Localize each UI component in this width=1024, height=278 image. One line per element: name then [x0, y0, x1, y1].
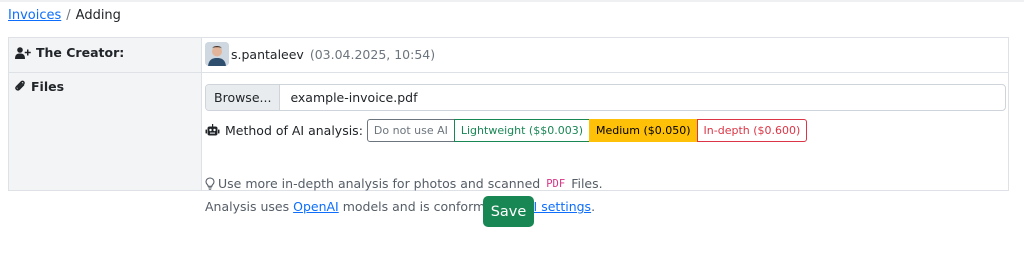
breadcrumb: Invoices / Adding — [8, 7, 121, 24]
ai-option-lightweight[interactable]: Lightweight ($$0.003) — [453, 119, 590, 142]
file-input[interactable]: Browse... example-invoice.pdf — [205, 84, 1006, 111]
ai-note: Analysis uses OpenAI models and is confo… — [205, 199, 595, 214]
files-label-text: Files — [31, 79, 65, 94]
save-button[interactable]: Save — [483, 196, 534, 227]
files-row: Files Browse... example-invoice.pdf Meth… — [9, 73, 1008, 214]
files-label: Files — [15, 79, 64, 94]
breadcrumb-separator: / — [66, 8, 71, 23]
robot-icon — [205, 124, 220, 137]
hint-text-end: Files. — [571, 176, 603, 191]
creator-row: The Creator: s.pantaleev (03.04.2025, 10… — [9, 38, 1008, 73]
ai-option-medium[interactable]: Medium ($0.050) — [588, 119, 698, 142]
ai-settings-link[interactable]: AI settings — [525, 199, 591, 214]
files-label-cell: Files — [9, 73, 202, 190]
avatar — [205, 42, 229, 66]
files-value-cell: Browse... example-invoice.pdf Method of … — [203, 73, 1008, 214]
selected-file-name: example-invoice.pdf — [290, 90, 418, 105]
lightbulb-icon — [205, 177, 215, 190]
paperclip-icon — [15, 80, 26, 93]
browse-button[interactable]: Browse... — [206, 85, 281, 110]
ai-hint: Use more in-depth analysis for photos an… — [205, 176, 603, 191]
creator-label-text: The Creator: — [36, 45, 125, 60]
ai-analysis-options: Do not use AI Lightweight ($$0.003) Medium… — [366, 119, 808, 142]
ai-analysis-method: Method of AI analysis: Do not use AI Ligh… — [205, 119, 808, 142]
hint-text: Use more in-depth analysis for photos an… — [218, 176, 541, 191]
ai-option-none[interactable]: Do not use AI — [366, 119, 455, 142]
creator-timestamp: (03.04.2025, 10:54) — [309, 46, 436, 62]
creator-label-cell: The Creator: — [9, 38, 202, 72]
creator-value-cell: s.pantaleev (03.04.2025, 10:54) — [203, 38, 1008, 72]
invoice-form-panel: The Creator: s.pantaleev (03.04.2025, 10… — [8, 37, 1009, 214]
ai-option-in-depth[interactable]: In-depth ($0.600) — [696, 119, 808, 142]
breadcrumb-invoices-link[interactable]: Invoices — [8, 8, 61, 23]
creator-username: s.pantaleev — [231, 46, 304, 62]
ai-analysis-label: Method of AI analysis: — [225, 123, 363, 138]
openai-link[interactable]: OpenAI — [293, 199, 339, 214]
creator-info: s.pantaleev (03.04.2025, 10:54) — [205, 42, 435, 66]
breadcrumb-current: Adding — [75, 8, 121, 23]
user-plus-icon — [15, 46, 31, 59]
note-text-3: . — [591, 199, 596, 214]
top-border — [0, 0, 1024, 2]
note-text-1: Analysis uses — [205, 199, 290, 214]
creator-label: The Creator: — [15, 45, 124, 60]
hint-code: PDF — [546, 177, 566, 190]
